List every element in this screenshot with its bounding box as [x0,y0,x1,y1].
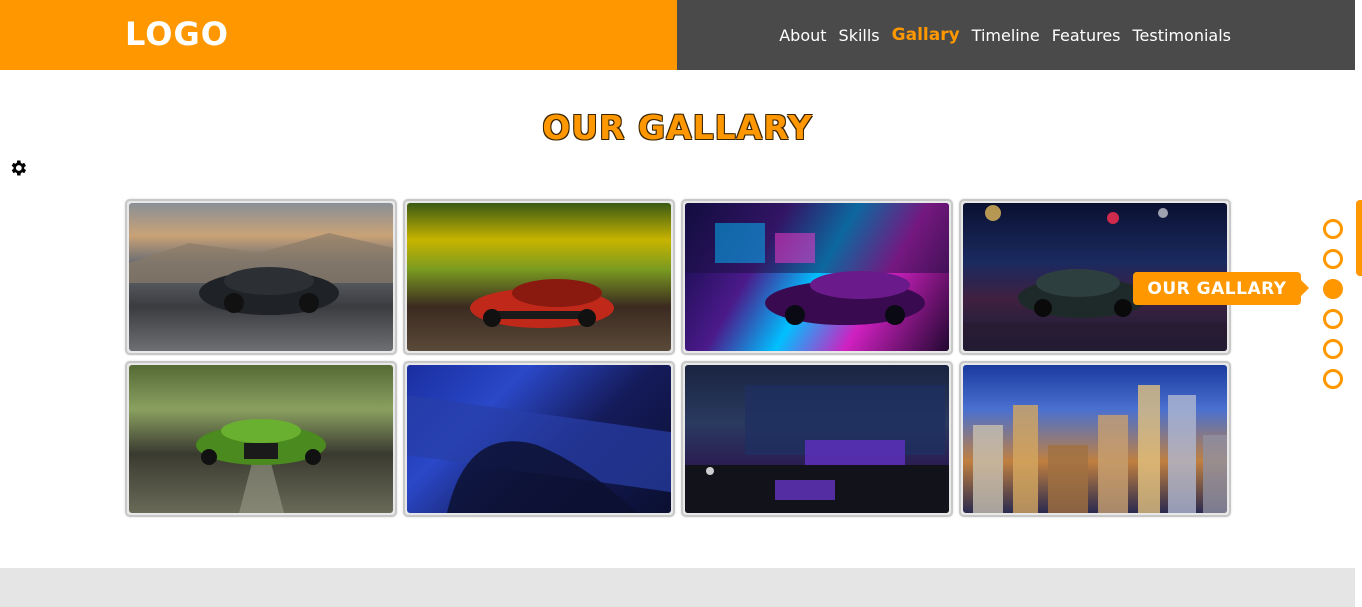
header-nav-area: About Skills Gallary Timeline Features T… [677,0,1355,70]
section-bullets [1323,219,1343,389]
gallery-item[interactable] [403,199,675,355]
room-photo-icon [685,365,949,513]
nav-link-features[interactable]: Features [1052,26,1121,45]
keyboard-photo-icon [407,365,671,513]
main-nav: About Skills Gallary Timeline Features T… [779,0,1231,70]
gallery-item[interactable] [681,361,953,517]
nav-link-testimonials[interactable]: Testimonials [1133,26,1232,45]
scrollbar-track[interactable] [1355,0,1362,607]
bullet[interactable] [1323,309,1343,329]
nav-link-about[interactable]: About [779,26,826,45]
gallery-item[interactable] [681,199,953,355]
bullet[interactable] [1323,339,1343,359]
scrollbar-thumb[interactable] [1356,200,1362,276]
gallery-item[interactable] [125,199,397,355]
nav-link-timeline[interactable]: Timeline [972,26,1040,45]
bullet[interactable] [1323,369,1343,389]
gallery-item[interactable] [125,361,397,517]
bullet[interactable] [1323,219,1343,239]
bullet-tooltip: OUR GALLARY [1133,272,1309,305]
bullet[interactable] [1323,249,1343,269]
nav-link-gallary[interactable]: Gallary [892,25,960,45]
gallery-item[interactable] [959,361,1231,517]
car-photo-icon [685,203,949,351]
gallery-grid [125,199,1231,517]
header-logo-area: LOGO [0,0,677,70]
city-photo-icon [963,365,1227,513]
gallery-item[interactable] [403,361,675,517]
page: LOGO About Skills Gallary Timeline Featu… [0,0,1362,607]
nav-link-skills[interactable]: Skills [839,26,880,45]
section-title: OUR GALLARY [542,108,813,147]
logo[interactable]: LOGO [125,15,229,53]
car-photo-icon [407,203,671,351]
header: LOGO About Skills Gallary Timeline Featu… [0,0,1355,70]
bullet-active[interactable] [1323,279,1343,299]
gear-icon[interactable] [8,158,28,178]
car-photo-icon [129,203,393,351]
next-section-band [0,568,1355,607]
car-photo-icon [129,365,393,513]
